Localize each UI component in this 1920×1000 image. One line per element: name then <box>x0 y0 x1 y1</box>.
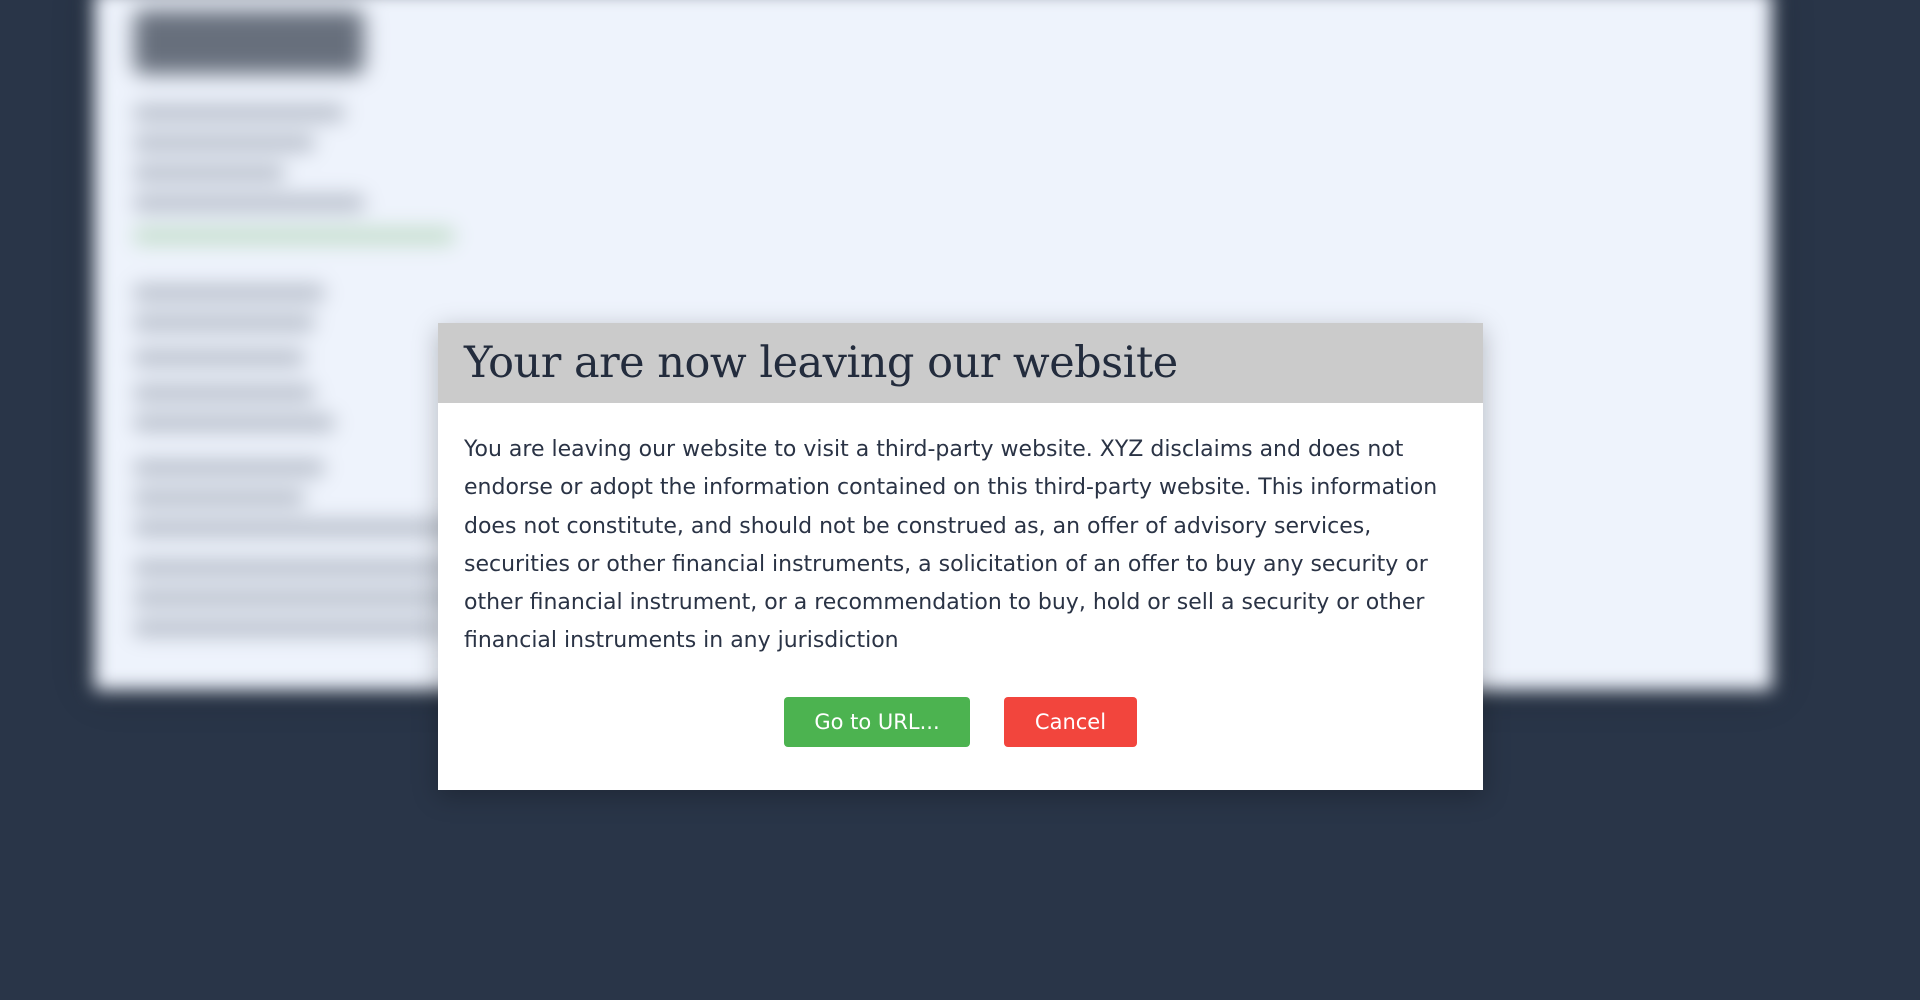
blurred-logo <box>134 10 364 74</box>
blurred-text-line <box>134 165 284 181</box>
go-to-url-button[interactable]: Go to URL... <box>784 697 970 747</box>
blurred-text-line <box>134 195 364 211</box>
blurred-text-line <box>134 135 314 151</box>
dialog-message: You are leaving our website to visit a t… <box>464 437 1438 654</box>
blurred-text-line <box>134 560 454 576</box>
blurred-text-line <box>134 228 454 244</box>
blurred-text-line <box>134 415 334 431</box>
blurred-text-line <box>134 620 444 636</box>
dialog-header: Your are now leaving our website <box>438 323 1483 403</box>
dialog-title: Your are now leaving our website <box>464 338 1178 388</box>
blurred-text-line <box>134 350 304 366</box>
blurred-text-line <box>134 105 344 121</box>
blurred-text-line <box>134 590 474 606</box>
leaving-website-dialog: Your are now leaving our website You are… <box>438 323 1483 790</box>
blurred-text-line <box>134 385 314 401</box>
blurred-text-line <box>134 285 324 301</box>
cancel-button[interactable]: Cancel <box>1004 697 1137 747</box>
dialog-actions: Go to URL... Cancel <box>438 697 1483 747</box>
blurred-text-line <box>134 520 464 536</box>
blurred-text-line <box>134 460 324 476</box>
blurred-text-line <box>134 315 314 331</box>
blurred-text-line <box>134 490 304 506</box>
